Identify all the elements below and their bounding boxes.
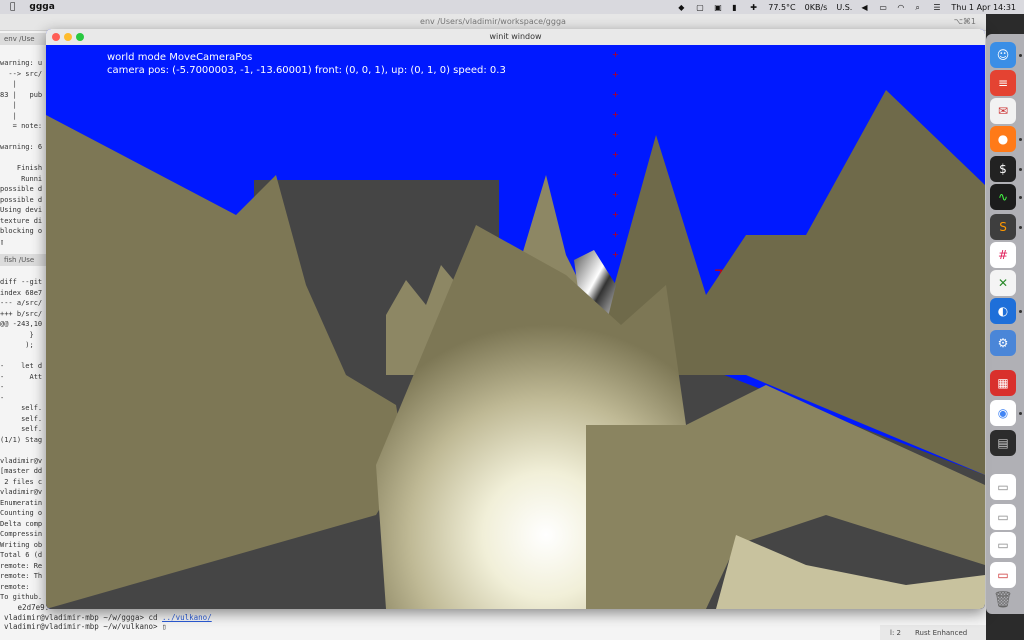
- terminal-path-link[interactable]: ../vulkano/: [162, 613, 212, 622]
- control-center-icon[interactable]: ☰: [933, 3, 942, 12]
- winit-title: winit window: [489, 32, 542, 41]
- svg-text:+: +: [612, 110, 619, 119]
- volume-icon[interactable]: ◀: [861, 3, 870, 12]
- svg-text:+: +: [612, 170, 619, 179]
- wifi-icon[interactable]: ◠: [897, 3, 906, 12]
- document-icon[interactable]: ▭: [990, 532, 1016, 558]
- dock-running-dot: [1019, 226, 1022, 229]
- hud-mode: world mode MoveCameraPos: [107, 52, 252, 63]
- svg-text:+: +: [612, 150, 619, 159]
- fantastical-icon[interactable]: ▦: [990, 370, 1016, 396]
- menubar-clock[interactable]: Thu 1 Apr 14:31: [951, 3, 1016, 12]
- dock-running-dot: [1019, 310, 1022, 313]
- maximize-button[interactable]: [76, 33, 84, 41]
- mail-icon[interactable]: ✉: [990, 98, 1016, 124]
- dock-running-dot: [1019, 412, 1022, 415]
- safari-icon[interactable]: ◐: [990, 298, 1016, 324]
- minimize-button[interactable]: [64, 33, 72, 41]
- activity-monitor-icon[interactable]: ∿: [990, 184, 1016, 210]
- svg-text:+: +: [612, 250, 619, 259]
- winit-window[interactable]: winit window + + + + + + + + + + + 7 wor…: [46, 29, 985, 609]
- dock: ☺ ≡ ✉ ● $ ∿ S # ✕ ◐ ⚙ ▦ ◉ ▤ ▭ ▭ ▭ ▭ 🗑: [986, 34, 1024, 614]
- document-icon[interactable]: ▭: [990, 504, 1016, 530]
- console-icon[interactable]: ▤: [990, 430, 1016, 456]
- settings-icon[interactable]: ⚙: [990, 330, 1016, 356]
- menubar:  ggga ◆ ▢ ▣ ▮ ✚ 77.5°C 0KB/s U.S. ◀ ▭ ◠…: [0, 0, 1024, 14]
- temperature-readout[interactable]: 77.5°C: [768, 3, 795, 12]
- chrome-icon[interactable]: ◉: [990, 400, 1016, 426]
- close-button[interactable]: [52, 33, 60, 41]
- terminal-line-prompt1: vladimir@vladimir-mbp ~/w/ggga> cd: [4, 612, 163, 622]
- finder-icon[interactable]: ☺: [990, 42, 1016, 68]
- dock-running-dot: [1019, 168, 1022, 171]
- dock-running-dot: [1019, 54, 1022, 57]
- dock-running-dot: [1019, 196, 1022, 199]
- sublime-text-icon[interactable]: S: [990, 214, 1016, 240]
- apple-menu-icon[interactable]: : [10, 2, 15, 12]
- terminal-line-prompt2: vladimir@vladimir-mbp ~/w/vulkano> ▯: [4, 622, 167, 631]
- trash-icon[interactable]: 🗑: [990, 586, 1016, 612]
- status-column: l: 2: [890, 628, 901, 637]
- dropbox-icon[interactable]: ◆: [678, 3, 687, 12]
- document-icon[interactable]: ▭: [990, 474, 1016, 500]
- terminal-icon[interactable]: $: [990, 156, 1016, 182]
- svg-text:+: +: [612, 230, 619, 239]
- gamepad-icon[interactable]: ✚: [750, 3, 759, 12]
- status-syntax[interactable]: Rust Enhanced: [915, 629, 967, 637]
- editor-statusbar: l: 2 Rust Enhanced: [880, 625, 986, 640]
- svg-text:+: +: [612, 50, 619, 59]
- terminal-title: env /Users/vladimir/workspace/ggga: [420, 17, 566, 26]
- svg-text:+: +: [612, 210, 619, 219]
- slack-icon[interactable]: #: [990, 242, 1016, 268]
- terminal-shortcut: ⌥⌘1: [953, 17, 976, 26]
- terminal-pane-top[interactable]: warning: u --> src/ | 83 | pub | | = not…: [0, 58, 46, 248]
- xcode-tools-icon[interactable]: ✕: [990, 270, 1016, 296]
- firefox-icon[interactable]: ●: [990, 126, 1016, 152]
- winit-titlebar[interactable]: winit window: [46, 29, 985, 46]
- window-icon[interactable]: ▢: [696, 3, 705, 12]
- terminal-line-hash: e2d7e9.: [4, 603, 50, 612]
- battery-status-icon[interactable]: ▭: [879, 3, 888, 12]
- search-icon[interactable]: ⌕: [915, 3, 924, 12]
- svg-text:+: +: [612, 90, 619, 99]
- svg-text:+: +: [612, 70, 619, 79]
- terminal-tab-env[interactable]: env /Use: [0, 33, 46, 45]
- terminal-pane-mid[interactable]: diff --git index 68e7 --- a/src/ +++ b/s…: [0, 277, 46, 603]
- hud-camera-info: camera pos: (-5.7000003, -1, -13.60001) …: [107, 65, 506, 76]
- menubar-app-name[interactable]: ggga: [29, 2, 54, 12]
- input-source[interactable]: U.S.: [836, 3, 852, 12]
- svg-text:+: +: [612, 190, 619, 199]
- screenshot-icon[interactable]: ▣: [714, 3, 723, 12]
- todoist-icon[interactable]: ≡: [990, 70, 1016, 96]
- battery-icon[interactable]: ▮: [732, 3, 741, 12]
- render-viewport[interactable]: +++ +++ +++ ++ 7 8 world mode MoveCamera…: [46, 45, 985, 609]
- svg-text:+: +: [612, 130, 619, 139]
- terminal-tab-fish[interactable]: fish /Use: [0, 254, 46, 266]
- dock-running-dot: [1019, 138, 1022, 141]
- network-readout[interactable]: 0KB/s: [805, 3, 828, 12]
- document-icon[interactable]: ▭: [990, 562, 1016, 588]
